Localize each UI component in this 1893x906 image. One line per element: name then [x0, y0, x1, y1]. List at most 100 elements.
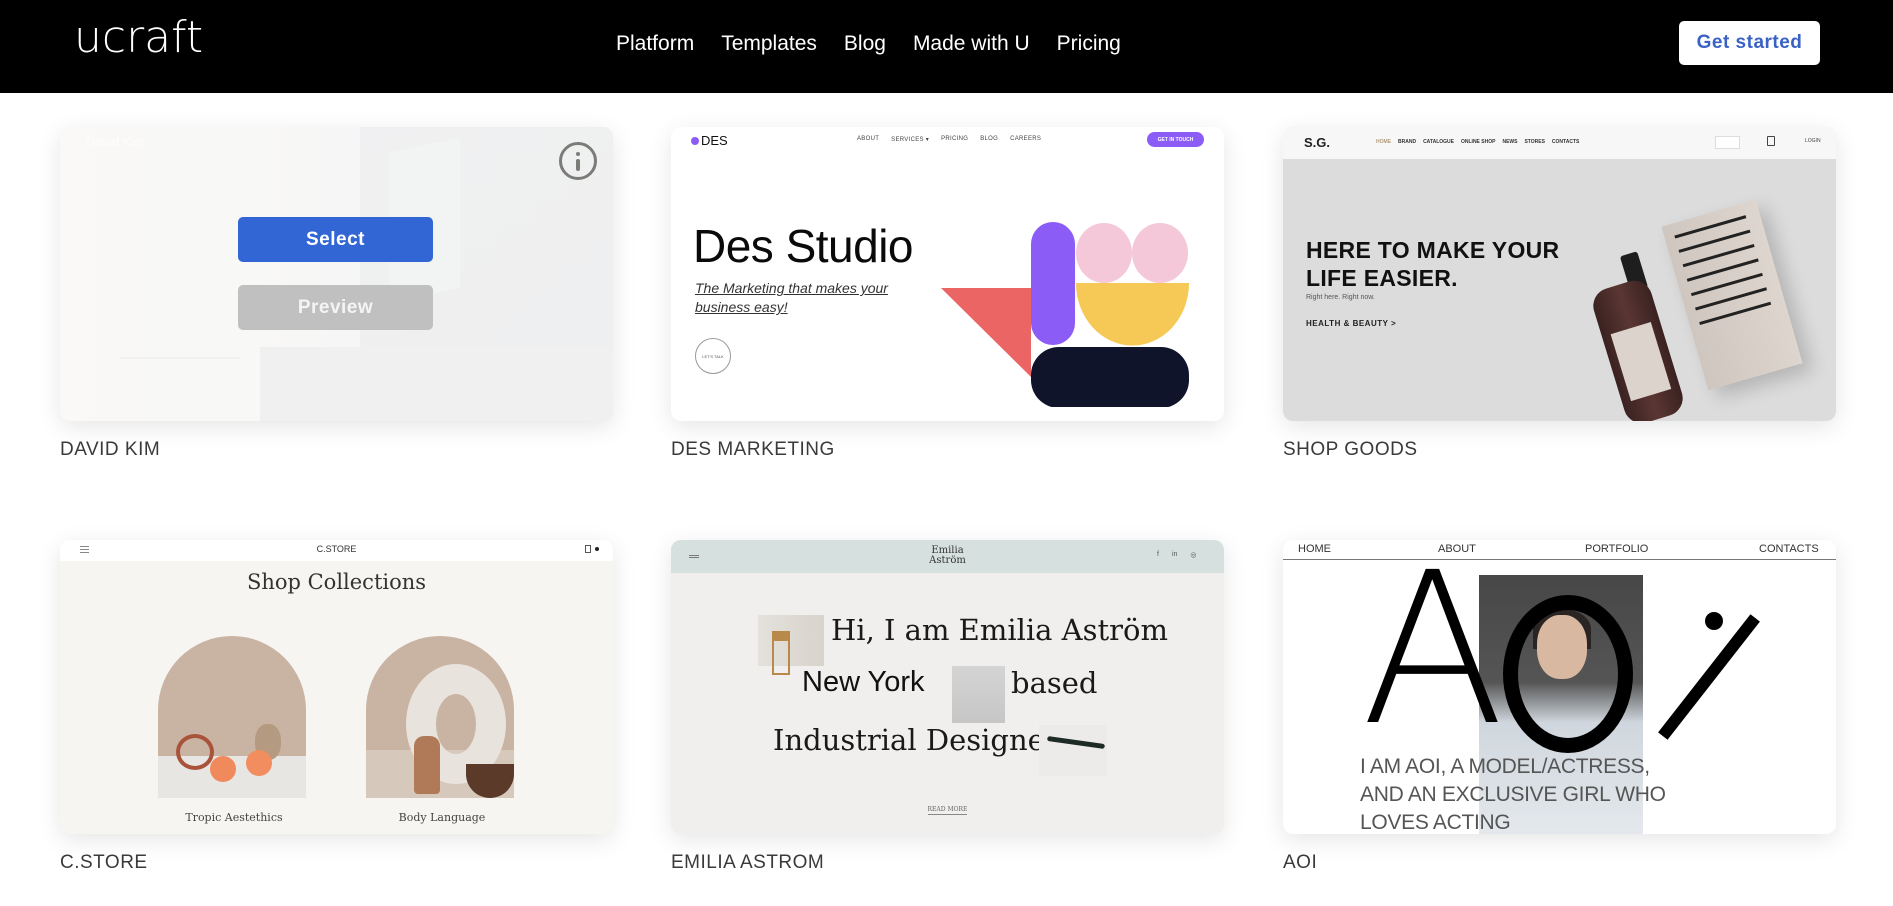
template-card-c-store[interactable]: C.STORE Shop Collections Tropic Aestethi… — [60, 540, 613, 834]
preview-nav: ABOUT SERVICES ▾ PRICING BLOG CAREERS — [857, 136, 1041, 143]
preview-nav-item: CAREERS — [1010, 136, 1042, 142]
preview-nav-item: CONTACTS — [1551, 139, 1580, 145]
preview-nav-item: PRICING — [941, 136, 969, 142]
nav-made-with-u[interactable]: Made with U — [913, 30, 1030, 58]
preview-logo: C.STORE — [316, 544, 357, 554]
pink-circle-shape — [1076, 223, 1132, 283]
preview-nav-item: NEWS — [1502, 139, 1518, 145]
template-card-david-kim[interactable]: David Kim Select Preview — [60, 127, 613, 421]
tagline-line: AND AN EXCLUSIVE GIRL WHO — [1360, 783, 1666, 806]
get-started-button[interactable]: Get started — [1679, 21, 1820, 65]
shopping-bag-icon — [585, 545, 591, 553]
cart-icon — [1767, 136, 1775, 146]
preview-login: LOGIN — [1805, 138, 1821, 144]
collection-caption: Tropic Aestethics — [185, 811, 283, 824]
red-triangle-shape — [941, 288, 1031, 377]
preview-nav-item: CATALOGUE — [1423, 139, 1454, 145]
top-navigation-bar: ucraft Platform Templates Blog Made with… — [0, 0, 1893, 93]
logo-dot-icon — [691, 136, 699, 145]
cart-count-dot — [595, 547, 599, 551]
preview-logo: S.G. — [1304, 135, 1331, 150]
preview-button[interactable]: Preview — [238, 285, 433, 330]
collection-image-body — [366, 636, 514, 798]
candle-holder — [176, 734, 214, 770]
hover-overlay — [60, 127, 613, 421]
preview-logo: Emilia Aström — [671, 546, 1224, 566]
preview-logo-line: Aström — [929, 555, 966, 566]
preview-nav-item: ABOUT — [857, 136, 880, 142]
product-box-image — [1661, 199, 1803, 391]
purple-pill-shape — [1031, 222, 1075, 345]
preview-logo-text: DES — [701, 133, 728, 148]
preview-headline-line2a: New York — [802, 666, 925, 698]
template-name[interactable]: SHOP GOODS — [1283, 439, 1418, 461]
pink-circle-shape — [1132, 223, 1188, 283]
nav-pricing[interactable]: Pricing — [1057, 30, 1121, 58]
template-card-des-marketing[interactable]: DES ABOUT SERVICES ▾ PRICING BLOG CAREER… — [671, 127, 1224, 421]
collection-caption: Body Language — [398, 811, 486, 824]
preview-link: HEALTH & BEAUTY > — [1306, 319, 1397, 328]
preview-nav-item: STORES — [1524, 139, 1545, 145]
template-name[interactable]: EMILIA ASTROM — [671, 852, 824, 874]
social-icons: f in ◎ — [1157, 551, 1197, 559]
handle-image — [1039, 725, 1107, 776]
nav-templates[interactable]: Templates — [721, 30, 817, 58]
nav-blog[interactable]: Blog — [844, 30, 886, 58]
select-button[interactable]: Select — [238, 217, 433, 262]
preview-nav-item: SERVICES ▾ — [891, 137, 930, 143]
slash-shape — [1658, 614, 1760, 740]
grapefruit — [246, 750, 272, 776]
preview-nav-item: BRAND — [1398, 139, 1417, 145]
preview-nav-item: HOME — [1298, 543, 1331, 555]
geometric-shapes-illustration — [941, 222, 1189, 407]
ucraft-logo[interactable]: ucraft — [74, 16, 203, 60]
main-nav: Platform Templates Blog Made with U Pric… — [616, 30, 1148, 58]
bust-candle — [414, 736, 440, 794]
preview-headline-line3: Industrial Designer — [773, 723, 1059, 757]
big-o-shape — [1503, 595, 1633, 753]
grapefruit — [210, 756, 236, 782]
yellow-semicircle-shape — [1076, 283, 1189, 346]
preview-big-letter: A — [1361, 540, 1505, 772]
template-card-emilia-astrom[interactable]: Emilia Aström f in ◎ Hi, I am Emilia Ast… — [671, 540, 1224, 834]
preview-nav-item: ONLINE SHOP — [1461, 139, 1496, 145]
preview-subheadline: The Marketing that makes your business e… — [695, 280, 888, 315]
lamp-image — [952, 666, 1005, 723]
bottle-label — [1610, 321, 1672, 402]
bottle-image — [1588, 276, 1688, 421]
template-name[interactable]: AOI — [1283, 852, 1317, 874]
template-name[interactable]: DAVID KIM — [60, 439, 160, 461]
preview-circle-button: LET'S TALK — [695, 338, 731, 374]
template-name[interactable]: DES MARKETING — [671, 439, 835, 461]
instagram-icon: ◎ — [1190, 552, 1197, 559]
preview-headline: Des Studio — [693, 220, 914, 272]
linkedin-icon: in — [1171, 551, 1178, 558]
template-card-shop-goods[interactable]: S.G. HOME BRAND CATALOGUE ONLINE SHOP NE… — [1283, 127, 1836, 421]
template-card-aoi[interactable]: HOME ABOUT PORTFOLIO CONTACTS A I AM AOI… — [1283, 540, 1836, 834]
dot-shape — [1705, 612, 1723, 630]
preview-nav-item: PORTFOLIO — [1585, 543, 1649, 555]
chair-image — [758, 615, 824, 675]
preview-nav-item: CONTACTS — [1759, 543, 1819, 555]
read-more-text: READ MORE — [927, 806, 968, 815]
preview-headline-line1: Hi, I am Emilia Aström — [831, 613, 1168, 647]
info-circle-icon[interactable] — [559, 142, 597, 180]
collection-image-tropic — [158, 636, 306, 798]
navy-rounded-rect-shape — [1031, 347, 1189, 407]
nav-platform[interactable]: Platform — [616, 30, 694, 58]
preview-headline-line2b: based — [1011, 666, 1098, 700]
preview-headline: HERE TO MAKE YOUR LIFE EASIER. — [1306, 237, 1560, 291]
facebook-icon: f — [1157, 551, 1159, 558]
preview-cta: GET IN TOUCH — [1147, 132, 1204, 147]
tagline-line: I AM AOI, A MODEL/ACTRESS, — [1360, 755, 1650, 778]
tagline-line: LOVES ACTING — [1360, 811, 1511, 834]
preview-subheadline: Right here. Right now. — [1306, 294, 1375, 301]
preview-read-more: READ MORE — [671, 806, 1224, 815]
preview-nav: HOME BRAND CATALOGUE ONLINE SHOP NEWS ST… — [1376, 139, 1579, 145]
flag-icon — [1715, 136, 1740, 149]
preview-nav-item: HOME — [1376, 139, 1391, 145]
preview-tagline: I AM AOI, A MODEL/ACTRESS, AND AN EXCLUS… — [1360, 753, 1666, 834]
preview-headline: Shop Collections — [246, 570, 427, 594]
preview-logo: DES — [691, 133, 728, 148]
template-name[interactable]: C.STORE — [60, 852, 148, 874]
